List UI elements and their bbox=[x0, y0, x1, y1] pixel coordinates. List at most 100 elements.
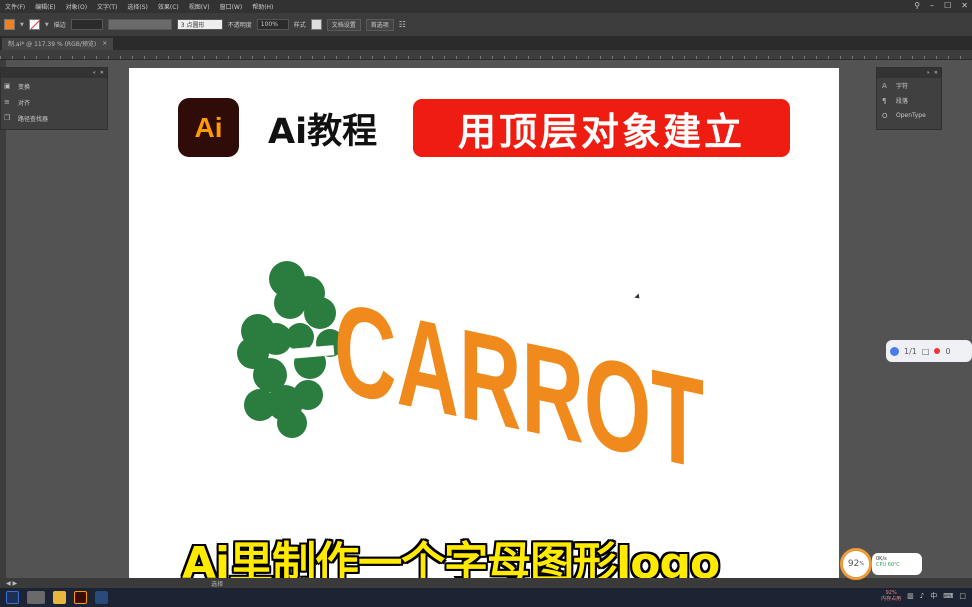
style-label: 样式 bbox=[293, 22, 306, 29]
artboard-nav[interactable]: ◀ ▶ bbox=[6, 580, 17, 587]
horizontal-ruler[interactable] bbox=[0, 50, 972, 60]
menu-bar: 文件(F) 编辑(E) 对象(O) 文字(T) 选择(S) 效果(C) 视图(V… bbox=[0, 0, 972, 13]
panel-item-label: 字符 bbox=[896, 83, 909, 90]
arrange-icon[interactable]: ☷ bbox=[399, 20, 406, 29]
chevron-down-icon[interactable]: ▼ bbox=[45, 22, 49, 28]
chevron-down-icon[interactable]: ▼ bbox=[20, 22, 24, 28]
opentype-icon: O bbox=[882, 111, 888, 120]
character-icon: A bbox=[882, 81, 887, 90]
app-icon[interactable] bbox=[27, 591, 45, 604]
panel-item-label: OpenType bbox=[896, 112, 926, 119]
illustrator-window: 文件(F) 编辑(E) 对象(O) 文字(T) 选择(S) 效果(C) 视图(V… bbox=[0, 0, 972, 607]
record-dot-icon bbox=[934, 348, 941, 354]
panel-item-label: 段落 bbox=[896, 98, 909, 105]
close-icon[interactable]: ✕ bbox=[961, 1, 968, 10]
type-panel-right: » ✕ A 字符 ¶ 段落 O OpenType bbox=[876, 67, 942, 130]
preferences-button[interactable]: 首选项 bbox=[365, 18, 394, 31]
collapse-icon[interactable]: » bbox=[927, 70, 930, 76]
memory-label: 内存占用 bbox=[881, 596, 902, 602]
panel-item-transform[interactable]: ▣ 变换 bbox=[1, 78, 107, 94]
cpu-temperature: CPU 60℃ bbox=[876, 562, 900, 568]
opacity-label: 不透明度 bbox=[227, 22, 252, 29]
document-tab[interactable]: 制.ai* @ 117.39 % (RGB/预览) × bbox=[2, 37, 114, 50]
stroke-label: 描边 bbox=[53, 22, 66, 29]
illustrator-logo: Ai bbox=[178, 98, 239, 157]
status-bar: ◀ ▶ 选择 bbox=[0, 578, 972, 588]
cpu-percent-unit: % bbox=[859, 561, 865, 567]
close-icon[interactable]: ✕ bbox=[100, 70, 104, 76]
page-count: 1/1 bbox=[904, 346, 917, 356]
search-icon[interactable]: ⚲ bbox=[914, 1, 920, 10]
page-indicator-widget[interactable]: 1/1 □ 0 bbox=[886, 340, 972, 362]
minimize-icon[interactable]: – bbox=[930, 1, 934, 10]
brush-definition[interactable]: 3 点圆形 bbox=[176, 19, 223, 30]
panel-header[interactable]: « ✕ bbox=[1, 68, 107, 78]
maximize-icon[interactable]: ☐ bbox=[944, 1, 951, 10]
panel-item-label: 变换 bbox=[18, 83, 31, 91]
menu-window[interactable]: 窗口(W) bbox=[215, 2, 248, 11]
close-icon[interactable]: × bbox=[102, 40, 107, 47]
cpu-info-box: 0K/s CPU 60℃ bbox=[872, 553, 922, 575]
stroke-weight-field[interactable] bbox=[70, 19, 103, 30]
illustrator-taskbar-icon[interactable] bbox=[74, 591, 87, 604]
collapse-icon[interactable]: « bbox=[93, 70, 96, 76]
current-tool-label: 选择 bbox=[211, 580, 224, 588]
opacity-value: 100% bbox=[260, 21, 278, 28]
paragraph-icon: ¶ bbox=[882, 96, 887, 105]
carrot-logo-artwork[interactable]: CARROT bbox=[230, 255, 720, 470]
record-count: 0 bbox=[945, 346, 951, 356]
menu-effect[interactable]: 效果(C) bbox=[153, 2, 184, 11]
volume-icon[interactable]: ♪ bbox=[920, 592, 924, 600]
keyboard-icon[interactable]: ⌨ bbox=[943, 592, 953, 600]
panel-item-label: 对齐 bbox=[18, 99, 31, 107]
menu-file[interactable]: 文件(F) bbox=[0, 2, 30, 11]
menu-type[interactable]: 文字(T) bbox=[92, 2, 122, 11]
document-tab-title: 制.ai* @ 117.39 % (RGB/预览) bbox=[8, 41, 97, 48]
menu-object[interactable]: 对象(O) bbox=[61, 2, 92, 11]
close-icon[interactable]: ✕ bbox=[934, 70, 938, 76]
network-icon[interactable]: ▥ bbox=[907, 592, 914, 600]
cpu-percent: 92 bbox=[847, 559, 860, 569]
banner-text: 用顶层对象建立 bbox=[457, 109, 745, 154]
menu-select[interactable]: 选择(S) bbox=[122, 2, 153, 11]
memory-usage: 92% 内存占用 bbox=[881, 590, 901, 602]
page-view-icon[interactable]: □ bbox=[922, 347, 930, 356]
notification-icon[interactable]: □ bbox=[959, 592, 966, 600]
tutorial-title: Ai教程 bbox=[268, 112, 378, 152]
align-icon: ≡ bbox=[4, 98, 10, 106]
carrot-leaves bbox=[237, 261, 344, 438]
transform-icon: ▣ bbox=[4, 82, 11, 90]
carrot-letters: CARROT bbox=[334, 275, 704, 470]
fill-swatch[interactable] bbox=[4, 19, 15, 30]
stroke-swatch[interactable] bbox=[28, 19, 40, 30]
document-setup-button[interactable]: 文档设置 bbox=[326, 18, 361, 31]
title-banner: 用顶层对象建立 bbox=[413, 99, 790, 157]
brush-value: 3 点圆形 bbox=[180, 22, 205, 29]
pathfinder-icon: ❒ bbox=[4, 114, 11, 122]
cpu-usage-ring[interactable]: 92% bbox=[840, 548, 872, 580]
menu-view[interactable]: 视图(V) bbox=[184, 2, 215, 11]
panel-item-label: 路径查找器 bbox=[18, 115, 49, 123]
document-tab-bar: 制.ai* @ 117.39 % (RGB/预览) × bbox=[0, 37, 972, 50]
vertical-ruler[interactable] bbox=[0, 60, 6, 580]
control-bar: ▼ ▼ 描边 3 点圆形 不透明度 100% 样式 文档设置 首选项 ☷ bbox=[0, 13, 972, 37]
variable-width-profile[interactable] bbox=[107, 19, 172, 30]
menu-edit[interactable]: 编辑(E) bbox=[30, 2, 60, 11]
carrot-body: CARROT bbox=[334, 275, 704, 470]
logo-text: Ai bbox=[194, 111, 223, 143]
properties-panel-left: « ✕ ▣ 变换 ≡ 对齐 ❒ 路径查找器 bbox=[0, 67, 108, 130]
video-icon[interactable] bbox=[95, 591, 108, 604]
menu-help[interactable]: 帮助(H) bbox=[247, 2, 278, 11]
window-controls: ⚲ – ☐ ✕ bbox=[914, 1, 968, 10]
language-indicator[interactable]: 中 bbox=[930, 591, 937, 601]
panel-item-opentype[interactable]: O OpenType bbox=[877, 108, 941, 123]
panel-item-align[interactable]: ≡ 对齐 bbox=[1, 94, 107, 110]
panel-header[interactable]: » ✕ bbox=[877, 68, 941, 78]
panel-item-paragraph[interactable]: ¶ 段落 bbox=[877, 93, 941, 108]
folder-icon[interactable] bbox=[53, 591, 66, 604]
photoshop-icon[interactable] bbox=[6, 591, 19, 604]
style-swatch[interactable] bbox=[310, 19, 322, 30]
panel-item-character[interactable]: A 字符 bbox=[877, 78, 941, 93]
panel-item-pathfinder[interactable]: ❒ 路径查找器 bbox=[1, 110, 107, 126]
opacity-field[interactable]: 100% bbox=[256, 19, 289, 30]
